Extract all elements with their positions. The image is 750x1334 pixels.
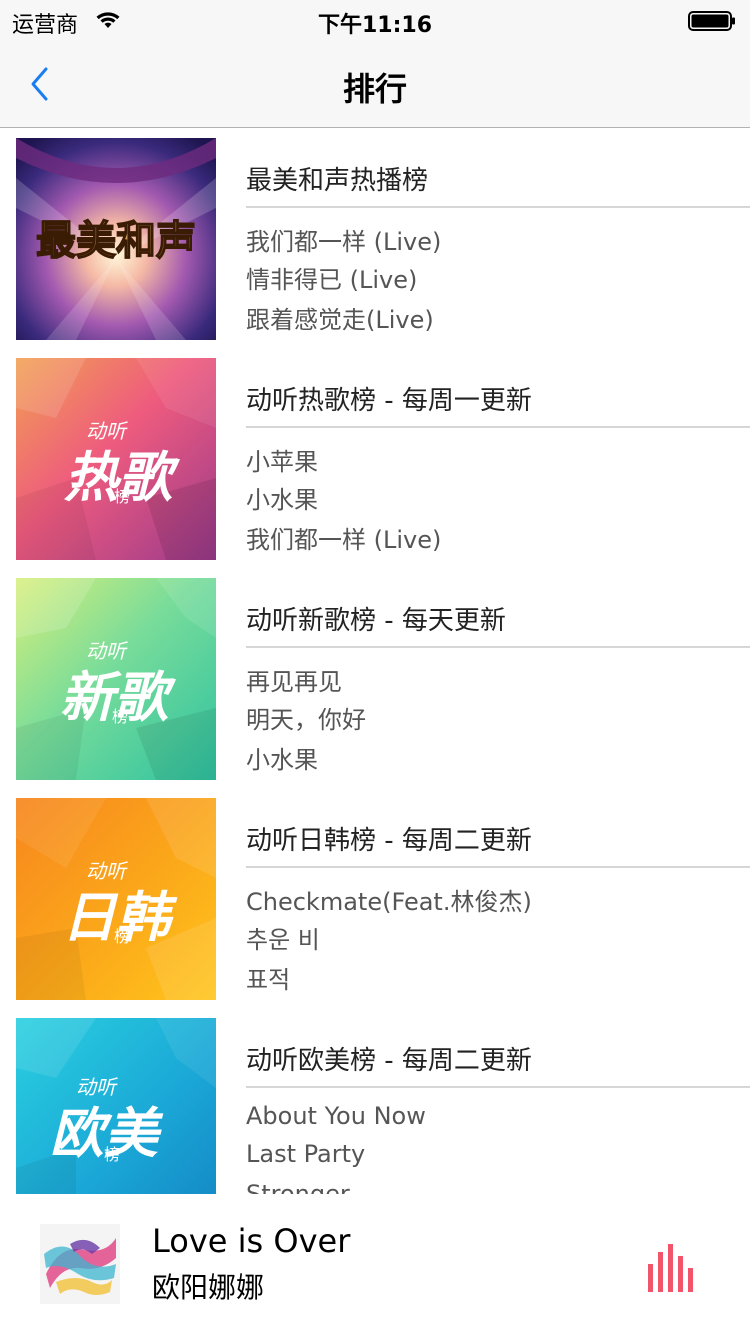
ranking-list[interactable]: 最美和声 最美和声热播榜 我们都一样 (Live) 情非得已 (Live) 跟着…	[0, 128, 750, 1194]
song-item: Stronger	[246, 1180, 350, 1194]
ranking-title: 动听热歌榜 - 每周一更新	[246, 386, 532, 416]
ranking-title: 动听欧美榜 - 每周二更新	[246, 1046, 532, 1076]
song-item: 我们都一样 (Live)	[246, 228, 442, 256]
song-item: Checkmate(Feat.林俊杰)	[246, 888, 532, 916]
divider	[246, 426, 750, 428]
song-item: 情非得已 (Live)	[246, 266, 418, 294]
mini-player[interactable]: Love is Over 欧阳娜娜	[0, 1194, 750, 1334]
now-playing-title: Love is Over	[152, 1222, 351, 1260]
ranking-row-2[interactable]: 动听 热歌 榜 动听热歌榜 - 每周一更新 小苹果 小水果 我们都一样 (Liv…	[0, 348, 750, 568]
divider	[246, 1086, 750, 1088]
song-item: 明天，你好	[246, 706, 366, 734]
navigation-bar: 排行	[0, 40, 750, 128]
cover-sub-3: 榜	[112, 707, 128, 726]
equalizer-icon[interactable]	[646, 1242, 696, 1292]
song-item: 再见再见	[246, 668, 342, 696]
divider	[246, 646, 750, 648]
ranking-cover-3: 动听 新歌 榜	[16, 578, 216, 780]
song-item: 표적	[246, 966, 291, 994]
ranking-row-5[interactable]: 动听 欧美 榜 动听欧美榜 - 每周二更新 About You Now Last…	[0, 1008, 750, 1194]
status-bar: 运营商 下午11:16	[0, 0, 750, 40]
ranking-row-1[interactable]: 最美和声 最美和声热播榜 我们都一样 (Live) 情非得已 (Live) 跟着…	[0, 128, 750, 348]
song-item: 我们都一样 (Live)	[246, 526, 442, 554]
ranking-row-4[interactable]: 动听 日韩 榜 动听日韩榜 - 每周二更新 Checkmate(Feat.林俊杰…	[0, 788, 750, 1008]
now-playing-artist: 欧阳娜娜	[152, 1271, 265, 1304]
song-item: About You Now	[246, 1102, 426, 1130]
cover-top-5: 动听	[76, 1075, 119, 1099]
battery-icon	[688, 11, 735, 31]
ranking-cover-1: 最美和声	[16, 138, 216, 340]
cover-top-3: 动听	[86, 639, 129, 663]
song-item: 추운 비	[246, 926, 320, 954]
ranking-title: 动听日韩榜 - 每周二更新	[246, 826, 532, 856]
cover-sub-2: 榜	[114, 487, 130, 506]
album-art[interactable]	[40, 1224, 120, 1304]
cover-sub-4: 榜	[114, 927, 130, 946]
ranking-cover-5: 动听 欧美 榜	[16, 1018, 216, 1194]
song-item: 小苹果	[246, 448, 318, 476]
cover-top-2: 动听	[86, 419, 129, 443]
divider	[246, 206, 750, 208]
ranking-title: 动听新歌榜 - 每天更新	[246, 606, 506, 636]
page-title: 排行	[342, 70, 407, 108]
song-item: 小水果	[246, 486, 318, 514]
status-time: 下午11:16	[317, 13, 433, 38]
song-item: 小水果	[246, 746, 318, 774]
divider	[246, 866, 750, 868]
cover-top-4: 动听	[86, 859, 129, 883]
song-item: Last Party	[246, 1140, 366, 1168]
ranking-cover-4: 动听 日韩 榜	[16, 798, 216, 1000]
song-item: 跟着感觉走(Live)	[246, 306, 434, 334]
ranking-row-3[interactable]: 动听 新歌 榜 动听新歌榜 - 每天更新 再见再见 明天，你好 小水果	[0, 568, 750, 788]
ranking-title: 最美和声热播榜	[246, 166, 429, 196]
cover-text-1: 最美和声	[36, 218, 196, 264]
cover-sub-5: 榜	[104, 1145, 120, 1164]
ranking-cover-2: 动听 热歌 榜	[16, 358, 216, 560]
